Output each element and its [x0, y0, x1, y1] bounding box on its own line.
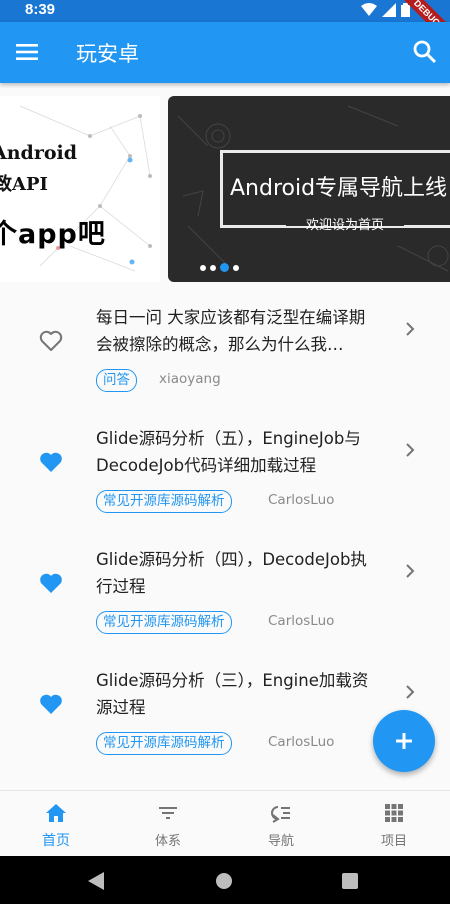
heart-filled-icon[interactable] — [39, 572, 63, 594]
app-title: 玩安卓 — [76, 42, 139, 66]
plus-icon — [396, 733, 412, 749]
article-item[interactable]: Glide源码分析（四），DecodeJob执行过程 常见开源库源码解析 Car… — [0, 532, 450, 653]
banner-left-line2: 致API — [0, 174, 48, 195]
chevron-right-icon — [406, 564, 415, 578]
article-title: Glide源码分析（五），EngineJob与DecodeJob代码详细加载过程 — [96, 429, 361, 475]
grid-icon — [385, 804, 403, 822]
heart-filled-icon[interactable] — [39, 693, 63, 715]
indicator-dot — [200, 264, 206, 271]
app-bar: 玩安卓 — [0, 22, 450, 83]
article-author: CarlosLuo — [268, 492, 335, 508]
banner-subtitle: 欢迎设为首页 — [306, 218, 385, 233]
banner-left-line3: 个app吧 — [0, 219, 106, 250]
nav-item-projects[interactable]: 项目 — [338, 791, 450, 857]
recents-icon[interactable] — [342, 873, 358, 889]
article-item[interactable]: Glide源码分析（五），EngineJob与DecodeJob代码详细加载过程… — [0, 411, 450, 532]
format-list-icon — [271, 806, 290, 823]
article-tag[interactable]: 问答 — [96, 369, 137, 392]
article-list: 每日一问 大家应该都有泛型在编译期会被擦除的概念，那么为什么我… 问答 xiao… — [0, 290, 450, 774]
nav-label: 首页 — [42, 833, 70, 849]
banner-carousel[interactable]: Android 致API 个app吧 Android专属导航上线 欢迎设为首页 — [0, 96, 450, 282]
indicator-dot — [233, 264, 239, 271]
banner-headline: Android专属导航上线 — [230, 176, 448, 201]
nav-item-navigation[interactable]: 导航 — [225, 791, 337, 857]
article-title: Glide源码分析（三），Engine加载资源过程 — [96, 671, 369, 717]
menu-icon[interactable] — [14, 39, 40, 65]
chevron-right-icon — [406, 443, 415, 457]
banner-slide-previous[interactable]: Android 致API 个app吧 — [0, 96, 160, 282]
wifi-icon — [361, 3, 377, 16]
indicator-dot — [210, 264, 216, 271]
status-time: 8:39 — [25, 1, 56, 18]
article-title: 每日一问 大家应该都有泛型在编译期会被擦除的概念，那么为什么我… — [96, 308, 366, 354]
article-tag[interactable]: 常见开源库源码解析 — [96, 611, 232, 634]
heart-outline-icon[interactable] — [39, 330, 63, 352]
chevron-right-icon — [406, 685, 415, 699]
article-item[interactable]: 每日一问 大家应该都有泛型在编译期会被擦除的概念，那么为什么我… 问答 xiao… — [0, 290, 450, 411]
back-icon[interactable] — [88, 872, 104, 890]
nav-label: 项目 — [380, 834, 407, 849]
chevron-right-icon — [406, 322, 415, 336]
banner-left-line1: Android — [0, 142, 78, 164]
nav-label: 导航 — [267, 834, 294, 849]
nav-item-home[interactable]: 首页 — [0, 791, 112, 857]
article-author: CarlosLuo — [268, 734, 335, 750]
nav-label: 体系 — [154, 834, 181, 849]
bottom-navigation: 首页 体系 导航 项目 — [0, 790, 450, 857]
home-circle-icon[interactable] — [216, 873, 232, 889]
article-tag[interactable]: 常见开源库源码解析 — [96, 732, 232, 755]
article-author: CarlosLuo — [268, 613, 335, 629]
filter-list-icon — [159, 807, 177, 819]
article-title: Glide源码分析（四），DecodeJob执行过程 — [96, 550, 367, 596]
system-nav-bar — [0, 856, 450, 904]
signal-icon — [382, 3, 396, 17]
article-author: xiaoyang — [159, 371, 221, 387]
add-fab-button[interactable] — [373, 710, 435, 772]
banner-slide-current[interactable]: Android专属导航上线 欢迎设为首页 — [168, 96, 450, 282]
article-tag[interactable]: 常见开源库源码解析 — [96, 490, 232, 513]
nav-item-system[interactable]: 体系 — [112, 791, 224, 857]
search-icon[interactable] — [412, 39, 438, 65]
status-icons — [361, 3, 410, 17]
heart-filled-icon[interactable] — [39, 451, 63, 473]
banner-indicator — [200, 263, 239, 272]
home-icon — [46, 804, 66, 822]
status-bar: 8:39 DEBUG — [0, 0, 450, 50]
indicator-dot-active — [220, 263, 229, 272]
